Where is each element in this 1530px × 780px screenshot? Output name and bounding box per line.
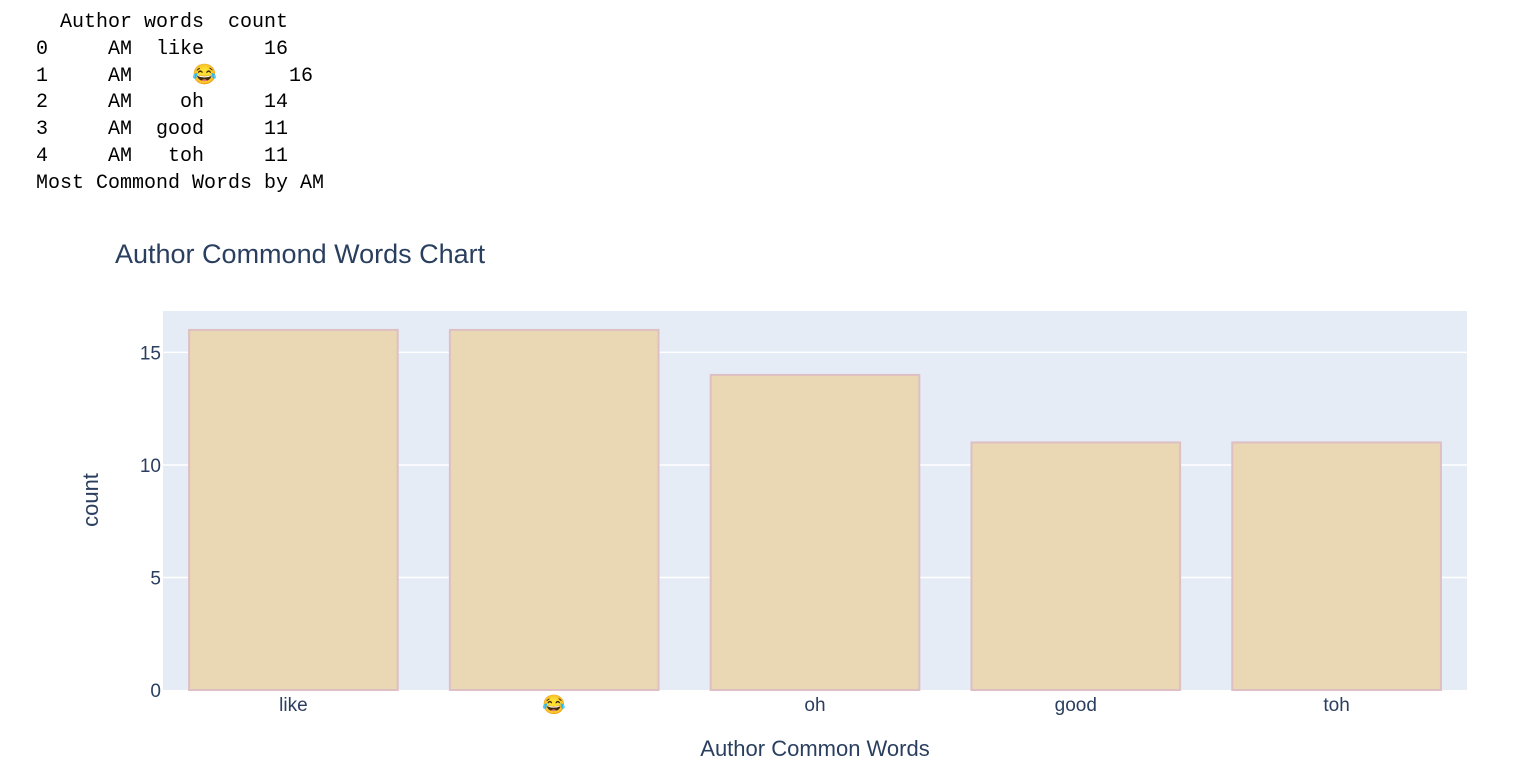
y-axis-ticks: 0 5 10 15 — [140, 343, 161, 702]
x-tick-label: like — [279, 695, 308, 716]
bar — [709, 373, 921, 691]
x-axis-ticks: like 😂 oh good toh — [279, 694, 1350, 716]
y-tick-label: 10 — [140, 456, 161, 477]
x-tick-label: 😂 — [542, 694, 566, 716]
x-tick-label: toh — [1323, 695, 1349, 716]
y-tick-label: 5 — [150, 568, 161, 589]
x-axis-label: Author Common Words — [700, 736, 929, 761]
x-tick-label: oh — [804, 695, 825, 716]
chart-title: Author Commond Words Chart — [115, 239, 486, 269]
y-axis-label: count — [78, 473, 103, 527]
bar — [188, 328, 399, 691]
bar — [448, 328, 660, 691]
bar-chart: Author Commond Words Chart 0 5 10 15 like 😂 o… — [78, 239, 1467, 761]
x-tick-label: good — [1055, 695, 1097, 716]
bar — [970, 441, 1182, 692]
y-tick-label: 0 — [150, 681, 161, 702]
bar — [1231, 441, 1442, 692]
y-tick-label: 15 — [140, 343, 161, 364]
